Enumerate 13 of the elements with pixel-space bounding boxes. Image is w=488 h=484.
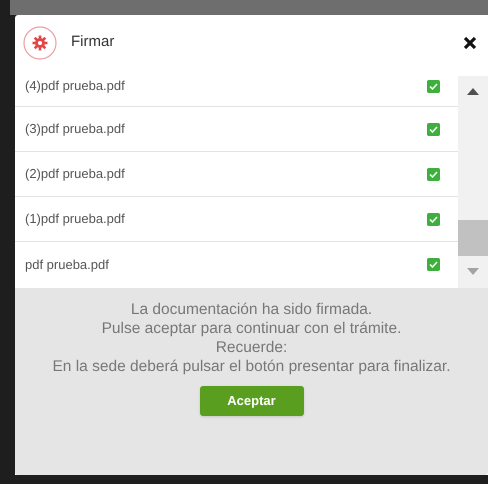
file-name: (3)pdf prueba.pdf: [25, 120, 125, 138]
accept-button[interactable]: Aceptar: [200, 386, 304, 416]
scrollbar-thumb[interactable]: [458, 220, 488, 256]
gear-icon: [23, 26, 57, 60]
confirmation-message: La documentación ha sido firmada. Pulse aceptar para continuar con el trámite. Recuerde: En la sede deberá pulsar el botón presentar para finalizar.: [52, 300, 451, 376]
file-name: (2)pdf prueba.pdf: [25, 165, 125, 184]
dialog-title: Firmar: [71, 32, 114, 52]
file-name: (1)pdf prueba.pdf: [25, 210, 125, 228]
file-name: pdf prueba.pdf: [25, 256, 109, 274]
scroll-down-icon[interactable]: [467, 268, 479, 275]
scroll-up-icon[interactable]: [467, 88, 479, 95]
scrollbar[interactable]: [458, 76, 488, 288]
file-name: (4)pdf prueba.pdf: [25, 77, 125, 96]
